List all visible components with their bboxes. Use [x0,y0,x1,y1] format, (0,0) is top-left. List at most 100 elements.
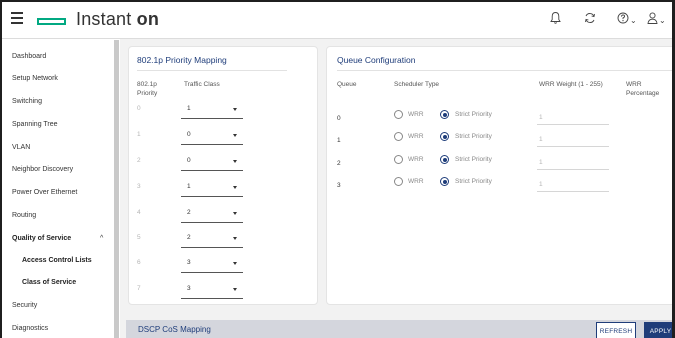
priority-value: 5 [137,234,141,241]
sync-icon[interactable] [584,11,596,29]
wrr-weight-input[interactable]: 1 [539,136,543,143]
sidebar-item-security[interactable]: Security [12,302,37,309]
strict-priority-radio[interactable] [440,110,449,119]
wrr-radio-label[interactable]: WRR [408,133,424,140]
queue-number: 3 [337,182,341,189]
sidebar-item-switching[interactable]: Switching [12,98,42,105]
brand-logo-mark [37,18,66,25]
col-header-scheduler-type: Scheduler Type [394,81,440,88]
queue-number: 0 [337,115,341,122]
strict-priority-label[interactable]: Strict Priority [455,178,492,185]
queue-config-panel: Queue Configuration Queue Scheduler Type… [326,46,672,305]
sidebar-item-dashboard[interactable]: Dashboard [12,53,46,60]
priority-value: 0 [137,105,141,112]
strict-priority-radio[interactable] [440,132,449,141]
col-header-wrr-percentage: WRR Percentage [626,81,660,97]
select-underline [181,272,243,273]
input-underline [537,124,609,125]
traffic-class-select[interactable]: 1 [187,183,191,190]
sidebar-item-setup-network[interactable]: Setup Network [12,75,58,82]
dropdown-caret-icon[interactable] [233,160,237,163]
brand-name: Instant on [76,9,160,29]
traffic-class-select[interactable]: 0 [187,131,191,138]
wrr-radio-label[interactable]: WRR [408,111,424,118]
dropdown-caret-icon[interactable] [233,237,237,240]
col-header-queue: Queue [337,81,357,88]
traffic-class-select[interactable]: 2 [187,234,191,241]
queue-number: 2 [337,160,341,167]
wrr-weight-input[interactable]: 1 [539,159,543,166]
sidebar-item-neighbor-discovery[interactable]: Neighbor Discovery [12,166,73,173]
priority-mapping-panel: 802.1p Priority Mapping 802.1p Priority T… [128,46,318,305]
wrr-radio[interactable] [394,132,403,141]
traffic-class-select[interactable]: 3 [187,285,191,292]
apply-button[interactable]: APPLY [644,322,672,338]
dropdown-caret-icon[interactable] [233,212,237,215]
sidebar-item-power-over-ethernet[interactable]: Power Over Ethernet [12,189,77,196]
dscp-cos-title: DSCP CoS Mapping [138,325,211,334]
wrr-radio-label[interactable]: WRR [408,178,424,185]
sidebar-item-class-of-service[interactable]: Class of Service [22,279,76,286]
dscp-cos-section-header[interactable]: DSCP CoS Mapping [126,320,672,338]
sidebar-item-diagnostics[interactable]: Diagnostics [12,325,48,332]
bell-icon[interactable] [550,11,561,29]
dropdown-caret-icon[interactable] [233,108,237,111]
sidebar-item-routing[interactable]: Routing [12,212,36,219]
sidebar-item-spanning-tree[interactable]: Spanning Tree [12,121,58,128]
divider [337,70,672,71]
main-content: 802.1p Priority Mapping 802.1p Priority T… [120,39,672,338]
col-header-priority: 802.1p Priority [137,81,158,97]
wrr-radio[interactable] [394,177,403,186]
select-underline [181,222,243,223]
priority-value: 4 [137,209,141,216]
priority-value: 1 [137,131,141,138]
input-underline [537,191,609,192]
traffic-class-select[interactable]: 0 [187,157,191,164]
dropdown-caret-icon[interactable] [233,134,237,137]
priority-value: 7 [137,285,141,292]
dropdown-caret-icon[interactable] [233,288,237,291]
select-underline [181,247,243,248]
col-header-wrr-weight: WRR Weight (1 - 255) [539,81,603,88]
strict-priority-label[interactable]: Strict Priority [455,111,492,118]
sidebar-scrollbar[interactable] [114,40,119,338]
col-header-traffic-class: Traffic Class [184,81,220,88]
divider [137,70,287,71]
sidebar-item-quality-of-service[interactable]: Quality of Service [12,235,71,242]
input-underline [537,146,609,147]
strict-priority-radio[interactable] [440,177,449,186]
select-underline [181,298,243,299]
traffic-class-select[interactable]: 1 [187,105,191,112]
select-underline [181,144,243,145]
refresh-button[interactable]: REFRESH [596,322,636,338]
chevron-up-icon[interactable]: ^ [100,235,103,242]
priority-value: 6 [137,259,141,266]
traffic-class-select[interactable]: 3 [187,259,191,266]
sidebar-item-vlan[interactable]: VLAN [12,144,30,151]
strict-priority-radio[interactable] [440,155,449,164]
queue-number: 1 [337,137,341,144]
priority-panel-title: 802.1p Priority Mapping [137,55,227,65]
priority-value: 2 [137,157,141,164]
strict-priority-label[interactable]: Strict Priority [455,156,492,163]
app-window: Instant on ⌄ ⌄ Dashboard Setup Network S… [0,0,675,338]
strict-priority-label[interactable]: Strict Priority [455,133,492,140]
wrr-radio[interactable] [394,110,403,119]
help-icon[interactable]: ⌄ [617,11,637,29]
priority-value: 3 [137,183,141,190]
top-bar: Instant on ⌄ ⌄ [2,2,672,39]
wrr-weight-input[interactable]: 1 [539,114,543,121]
select-underline [181,118,243,119]
wrr-weight-input[interactable]: 1 [539,181,543,188]
user-icon[interactable]: ⌄ [647,11,666,29]
dropdown-caret-icon[interactable] [233,186,237,189]
chevron-down-icon: ⌄ [659,16,666,25]
dropdown-caret-icon[interactable] [233,262,237,265]
traffic-class-select[interactable]: 2 [187,209,191,216]
wrr-radio-label[interactable]: WRR [408,156,424,163]
select-underline [181,196,243,197]
sidebar-nav: Dashboard Setup Network Switching Spanni… [2,39,120,338]
wrr-radio[interactable] [394,155,403,164]
sidebar-item-access-control-lists[interactable]: Access Control Lists [22,257,92,264]
menu-icon[interactable] [11,12,23,26]
